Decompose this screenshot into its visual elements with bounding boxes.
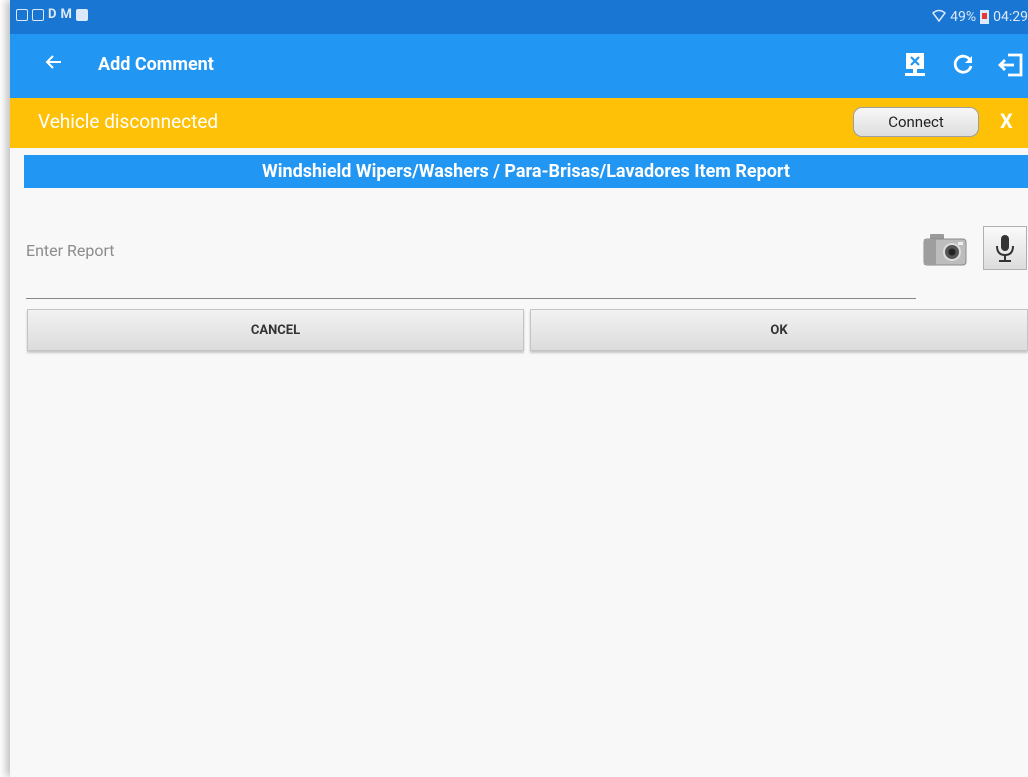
gallery-notification-icon xyxy=(16,9,28,21)
app-bar: Add Comment xyxy=(10,34,1028,98)
wifi-icon xyxy=(932,8,947,26)
clock: 04:29 xyxy=(993,9,1028,25)
back-arrow-icon xyxy=(45,55,61,69)
page-title: Add Comment xyxy=(98,54,214,75)
report-header: Windshield Wipers/Washers / Para-Brisas/… xyxy=(24,155,1028,188)
camera-button[interactable] xyxy=(922,228,968,268)
logout-icon xyxy=(998,53,1023,77)
input-underline xyxy=(26,298,916,299)
banner-message: Vehicle disconnected xyxy=(38,110,219,133)
status-letter-m: M xyxy=(60,7,72,22)
status-notifications: D M xyxy=(16,8,88,22)
ok-button[interactable]: OK xyxy=(530,309,1028,351)
back-button[interactable] xyxy=(40,52,68,80)
refresh-button[interactable] xyxy=(950,50,976,80)
report-input[interactable] xyxy=(26,232,916,268)
app-window: D M 49% 04:29 Add Comment Vehicle discon… xyxy=(10,0,1028,777)
status-indicators: 49% 04:29 xyxy=(932,8,1028,26)
refresh-icon xyxy=(953,54,973,74)
connect-button[interactable]: Connect xyxy=(853,107,979,137)
battery-icon xyxy=(980,10,990,24)
disconnect-device-icon xyxy=(905,53,925,76)
disconnect-device-button[interactable] xyxy=(902,50,928,80)
status-letter-d: D xyxy=(48,7,57,22)
status-bar: D M 49% 04:29 xyxy=(10,0,1028,34)
voice-input-button[interactable] xyxy=(983,226,1027,270)
app-bar-actions xyxy=(902,50,1024,80)
camera-icon xyxy=(923,234,967,266)
battery-percent: 49% xyxy=(950,9,977,25)
app-notification-icon xyxy=(75,9,88,21)
close-banner-button[interactable]: X xyxy=(1000,109,1013,133)
microphone-icon xyxy=(996,235,1014,262)
vehicle-status-banner: Vehicle disconnected Connect X xyxy=(10,98,1028,148)
mail-notification-icon xyxy=(32,9,44,21)
logout-button[interactable] xyxy=(998,50,1024,80)
cancel-button[interactable]: CANCEL xyxy=(27,309,524,351)
